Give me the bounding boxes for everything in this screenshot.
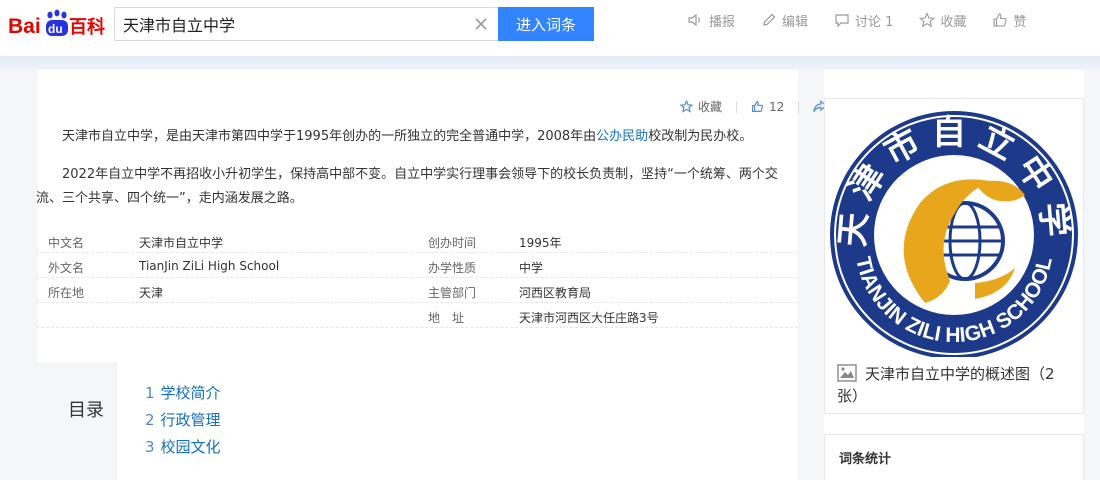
top-bar: Bai du 百科 天津市自立中学 进入词条 播报 编辑 讨论 1 收藏 赞 [0,0,1100,56]
toolbar-broadcast[interactable]: 播报 [688,11,735,30]
star-icon [919,12,936,28]
info-label: 地 址 [428,311,465,325]
table-row: 中文名 天津市自立中学 创办时间 1995年 [36,228,798,253]
header-band [0,56,1100,70]
pencil-icon [763,13,776,26]
thumb-up-icon [752,101,763,112]
toc-item-school-intro[interactable]: 1 学校简介 [145,380,334,407]
toc-item-administration[interactable]: 2 行政管理 [145,407,334,434]
table-row: 所在地 天津 主管部门 河西区教育局 [36,278,798,303]
info-value: 天津市自立中学 [139,236,224,250]
toolbar-discuss[interactable]: 讨论 1 [834,11,893,30]
toc-item-campus-culture[interactable]: 3 校园文化 [145,434,334,461]
stats-title: 词条统计 [839,452,892,467]
page-background-gutter [798,70,824,480]
link-public-private[interactable]: 公办民助 [596,129,648,144]
table-row: 外文名 TianJin ZiLi High School 办学性质 中学 [36,253,798,278]
toc-number: 2 [145,411,155,429]
info-value: 天津 [139,286,164,300]
toolbar-edit-label: 编辑 [782,14,809,30]
toc-label: 校园文化 [160,438,221,456]
logo-text-mid: du [48,22,63,36]
toolbar-broadcast-label: 播报 [709,14,736,30]
logo-text-right: 百科 [69,16,105,38]
toc-list: 1 学校简介 2 行政管理 3 校园文化 [116,362,334,480]
favorite-action[interactable]: 收藏 [680,98,738,115]
info-label: 主管部门 [428,286,477,300]
toolbar-like[interactable]: 赞 [992,11,1026,30]
info-label: 外文名 [48,261,85,275]
star-icon [680,100,693,113]
clear-icon[interactable] [468,11,494,37]
table-row: 地 址 天津市河西区大任庄路3号 [36,303,798,328]
toc-title: 目录 [68,400,104,421]
search-input[interactable]: 天津市自立中学 [114,7,498,41]
info-value: 河西区教育局 [519,286,592,300]
toolbar-like-label: 赞 [1013,14,1027,30]
toc-label: 学校简介 [160,384,221,402]
toc-number: 3 [145,438,155,456]
summary-caption-text: 天津市自立中学的概述图（2张） [837,365,1055,405]
info-label: 创办时间 [428,236,477,250]
comment-icon [835,13,849,27]
info-value: 天津市河西区大任庄路3号 [519,311,659,325]
info-label: 中文名 [48,236,85,250]
info-value: 中学 [519,261,544,275]
school-emblem[interactable]: 天津市自立中学 TIANJIN ZILI HIGH SCHOOL [825,103,1083,357]
entry-stats-card: 词条统计 [824,434,1084,480]
summary-caption[interactable]: 天津市自立中学的概述图（2张） [837,363,1077,407]
toolbar-edit[interactable]: 编辑 [761,11,808,30]
intro-text: 校改制为民办校。 [648,129,753,144]
divider [798,100,800,113]
page-background-left [0,70,38,480]
enter-entry-button[interactable]: 进入词条 [498,7,594,41]
basic-info-table: 中文名 天津市自立中学 创办时间 1995年 外文名 TianJin ZiLi … [36,228,798,328]
toc-number: 1 [145,384,155,402]
intro-paragraph-1: 天津市自立中学，是由天津市第四中学于1995年创办的一所独立的完全普通中学，20… [36,125,792,149]
logo-text-left: Bai [8,15,41,38]
picture-icon [837,364,857,382]
info-value: 1995年 [519,236,562,250]
speaker-icon [688,13,700,27]
search-value[interactable]: 天津市自立中学 [115,12,468,36]
favorite-label: 收藏 [698,100,723,114]
toolbar-discuss-label: 讨论 1 [855,14,894,30]
toolbar: 播报 编辑 讨论 1 收藏 赞 [688,0,1052,40]
info-label: 办学性质 [428,261,477,275]
info-label: 所在地 [48,286,85,300]
info-value: TianJin ZiLi High School [139,259,280,273]
toolbar-favorite-label: 收藏 [940,14,967,30]
summary-image-card[interactable]: 天津市自立中学 TIANJIN ZILI HIGH SCHOOL 天津市自立中学… [824,98,1084,414]
divider [736,100,738,113]
baidu-baike-logo[interactable]: Bai du 百科 [8,6,108,42]
toolbar-favorite[interactable]: 收藏 [919,11,966,30]
like-action[interactable]: 12 [751,99,800,114]
thumb-up-icon [993,13,1008,27]
like-count: 12 [769,99,785,114]
table-of-contents: 目录 1 学校简介 2 行政管理 3 校园文化 [36,362,334,480]
intro-text: 天津市自立中学，是由天津市第四中学于1995年创办的一所独立的完全普通中学，20… [62,129,597,144]
intro-paragraph-2: 2022年自立中学不再招收小升初学生，保持高中部不变。自立中学实行理事会领导下的… [36,167,778,206]
toc-label: 行政管理 [160,411,221,429]
page-background-right [1084,70,1100,480]
